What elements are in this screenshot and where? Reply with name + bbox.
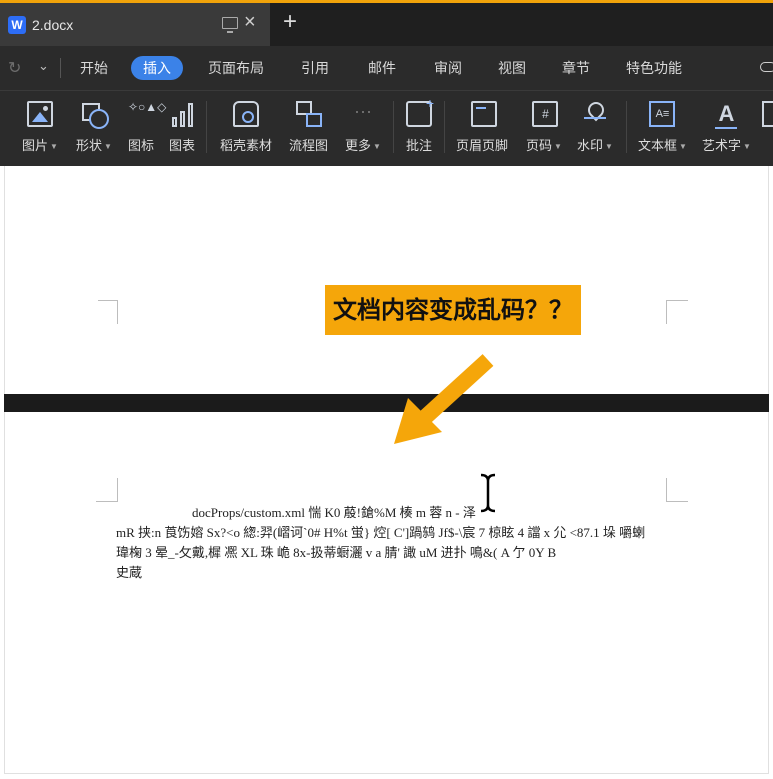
- page-current[interactable]: [4, 412, 769, 774]
- cutoff-tool-button[interactable]: [762, 91, 773, 167]
- chevron-down-icon[interactable]: ⌄: [38, 58, 49, 74]
- ribbon-divider: [626, 101, 627, 153]
- art-text-icon: A: [713, 101, 739, 129]
- header-footer-icon: [470, 101, 497, 127]
- icons-icon: ✧○▲◇: [128, 100, 167, 114]
- insert-ribbon: 图片▼ 形状▼ ✧○▲◇ 图标 图表 稻壳素材 流程图 ··· 更多▼ 批注 页…: [0, 90, 773, 166]
- more-label: 更多: [345, 138, 372, 153]
- ribbon-divider: [393, 101, 394, 153]
- margin-corner-mark: [98, 300, 118, 324]
- document-tab-title: 2.docx: [32, 16, 74, 33]
- art-text-label: 艺术字: [702, 138, 742, 153]
- menu-item-review[interactable]: 审阅: [434, 56, 462, 80]
- dropdown-caret-icon: ▼: [605, 142, 613, 152]
- flowchart-label: 流程图: [289, 138, 329, 153]
- dropdown-caret-icon: ▼: [743, 142, 751, 152]
- margin-corner-mark: [666, 478, 688, 502]
- chart-button[interactable]: 图表: [169, 91, 195, 167]
- ribbon-divider: [444, 101, 445, 153]
- redo-icon[interactable]: ↻: [8, 58, 21, 78]
- picture-label: 图片: [22, 138, 49, 153]
- page-number-button[interactable]: # 页码 ▼: [526, 91, 562, 167]
- dropdown-caret-icon: ▼: [104, 142, 112, 152]
- textbox-button[interactable]: A≡ 文本框 ▼: [638, 91, 687, 167]
- garbled-line: mR 挟:n 莨饬嫆 Sx?<o 緫:羿(嶍诃`0# H%t 蛍} 焢[ C']…: [116, 525, 646, 540]
- flowchart-icon: [295, 101, 322, 127]
- dropdown-caret-icon: ▼: [50, 142, 58, 152]
- garbled-document-text[interactable]: docProps/custom.xml 惴 K0 蒑!鎗%M 楱 m 蓉 n -…: [116, 503, 686, 583]
- flowchart-button[interactable]: 流程图: [289, 91, 328, 167]
- picture-button[interactable]: 图片 ▼: [22, 91, 58, 167]
- shape-button[interactable]: 形状 ▼: [76, 91, 112, 167]
- shape-label: 形状: [76, 138, 103, 153]
- menu-item-insert[interactable]: 插入: [131, 56, 183, 80]
- new-tab-icon[interactable]: +: [283, 9, 297, 35]
- straw-material-label: 稻壳素材: [220, 138, 273, 153]
- dropdown-caret-icon: ▼: [373, 142, 381, 152]
- textbox-label: 文本框: [638, 138, 678, 153]
- textbox-icon: A≡: [649, 101, 676, 127]
- margin-corner-mark: [96, 478, 118, 502]
- header-footer-label: 页眉页脚: [456, 138, 509, 153]
- menu-item-page-layout[interactable]: 页面布局: [208, 56, 264, 80]
- menu-divider: [60, 58, 61, 78]
- document-tab[interactable]: W 2.docx ×: [0, 3, 270, 46]
- dropdown-caret-icon: ▼: [679, 142, 687, 152]
- garbled-line: 瑋椈 3 晕_-攵戴,樨 凞 XL 珠 峗 8x-扱蒂蟵灑 v a 腈' 譀 u…: [116, 545, 557, 560]
- more-button[interactable]: ··· 更多 ▼: [345, 91, 381, 167]
- menu-item-home[interactable]: 开始: [80, 56, 108, 80]
- comment-label: 批注: [406, 138, 433, 153]
- icons-button[interactable]: ✧○▲◇ 图标: [128, 91, 167, 167]
- chart-label: 图表: [169, 138, 196, 153]
- cutoff-tool-icon: [762, 101, 773, 127]
- monitor-icon[interactable]: [222, 17, 238, 33]
- watermark-label: 水印: [577, 138, 604, 153]
- menu-item-section[interactable]: 章节: [562, 56, 590, 80]
- icons-label: 图标: [128, 138, 155, 153]
- margin-corner-mark: [666, 300, 688, 324]
- page-number-label: 页码: [526, 138, 553, 153]
- menu-bar: ↻ ⌄ 开始 插入 页面布局 引用 邮件 审阅 视图 章节 特色功能: [0, 46, 773, 90]
- straw-material-icon: [233, 101, 259, 127]
- garbled-line: docProps/custom.xml 惴 K0 蒑!鎗%M 楱 m 蓉 n -…: [192, 505, 476, 520]
- chart-icon: [169, 101, 195, 127]
- comment-button[interactable]: 批注: [406, 91, 434, 167]
- garbled-line: 史蔵: [116, 565, 143, 580]
- cloud-icon[interactable]: [760, 62, 773, 72]
- comment-icon: [406, 95, 434, 127]
- wps-writer-logo-icon: W: [8, 15, 26, 34]
- header-footer-button[interactable]: 页眉页脚: [456, 91, 508, 167]
- dropdown-caret-icon: ▼: [554, 142, 562, 152]
- shape-icon: [81, 101, 109, 129]
- tab-bar: W 2.docx × +: [0, 0, 773, 46]
- art-text-button[interactable]: A 艺术字 ▼: [702, 91, 751, 167]
- close-tab-icon[interactable]: ×: [244, 11, 256, 33]
- callout-banner: 文档内容变成乱码？？: [325, 285, 581, 335]
- text-cursor-ibeam-icon: [480, 473, 496, 513]
- menu-item-view[interactable]: 视图: [498, 56, 526, 80]
- menu-item-mailings[interactable]: 邮件: [368, 56, 396, 80]
- watermark-button[interactable]: 水印 ▼: [577, 91, 613, 167]
- watermark-icon: [582, 101, 608, 127]
- straw-material-button[interactable]: 稻壳素材: [220, 91, 272, 167]
- pointer-arrow-icon: [394, 354, 494, 444]
- menu-item-references[interactable]: 引用: [301, 56, 329, 80]
- ribbon-divider: [206, 101, 207, 153]
- menu-item-special-features[interactable]: 特色功能: [626, 56, 682, 80]
- more-icon: ···: [353, 101, 372, 121]
- picture-icon: [26, 101, 53, 127]
- page-number-icon: #: [532, 101, 559, 127]
